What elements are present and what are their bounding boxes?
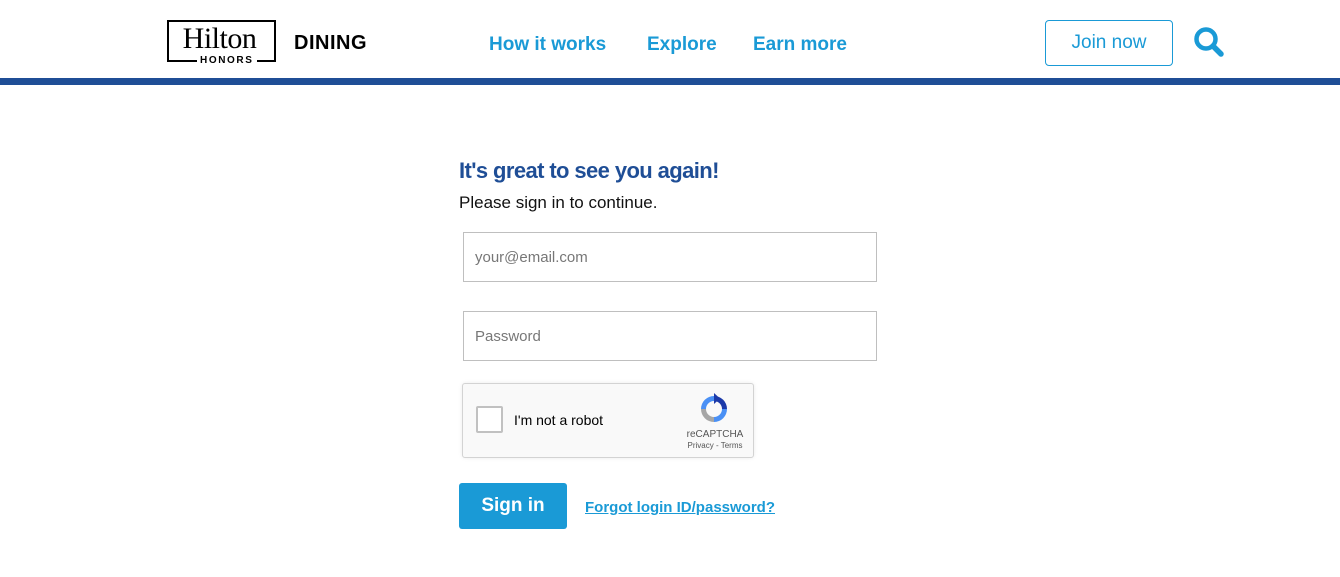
nav-how-it-works[interactable]: How it works <box>489 34 606 56</box>
logo-submark: HONORS <box>197 55 257 67</box>
recaptcha-brand: reCAPTCHA <box>686 429 744 440</box>
forgot-login-link[interactable]: Forgot login ID/password? <box>585 498 775 518</box>
recaptcha-widget: I'm not a robot reCAPTCHA Privacy - Term… <box>462 383 754 458</box>
site-header: Hilton HONORS DINING How it works Explor… <box>0 0 1340 78</box>
page-title: It's great to see you again! <box>459 158 719 183</box>
recaptcha-logo-icon <box>698 393 730 425</box>
password-field[interactable] <box>463 311 877 361</box>
sign-in-button[interactable]: Sign in <box>459 483 567 529</box>
nav-earn-more[interactable]: Earn more <box>753 34 847 56</box>
recaptcha-label: I'm not a robot <box>514 412 604 428</box>
email-field[interactable] <box>463 232 877 282</box>
recaptcha-privacy-terms[interactable]: Privacy - Terms <box>681 441 749 451</box>
nav-explore[interactable]: Explore <box>647 34 717 56</box>
hilton-honors-logo[interactable]: Hilton HONORS <box>167 20 276 67</box>
search-icon[interactable] <box>1192 26 1226 58</box>
header-divider-bar <box>0 78 1340 85</box>
page-subtitle: Please sign in to continue. <box>459 193 658 212</box>
logo-wordmark: Hilton <box>182 22 257 55</box>
recaptcha-checkbox[interactable] <box>476 406 503 433</box>
join-now-button[interactable]: Join now <box>1045 20 1173 66</box>
brand-suffix: DINING <box>294 32 367 54</box>
